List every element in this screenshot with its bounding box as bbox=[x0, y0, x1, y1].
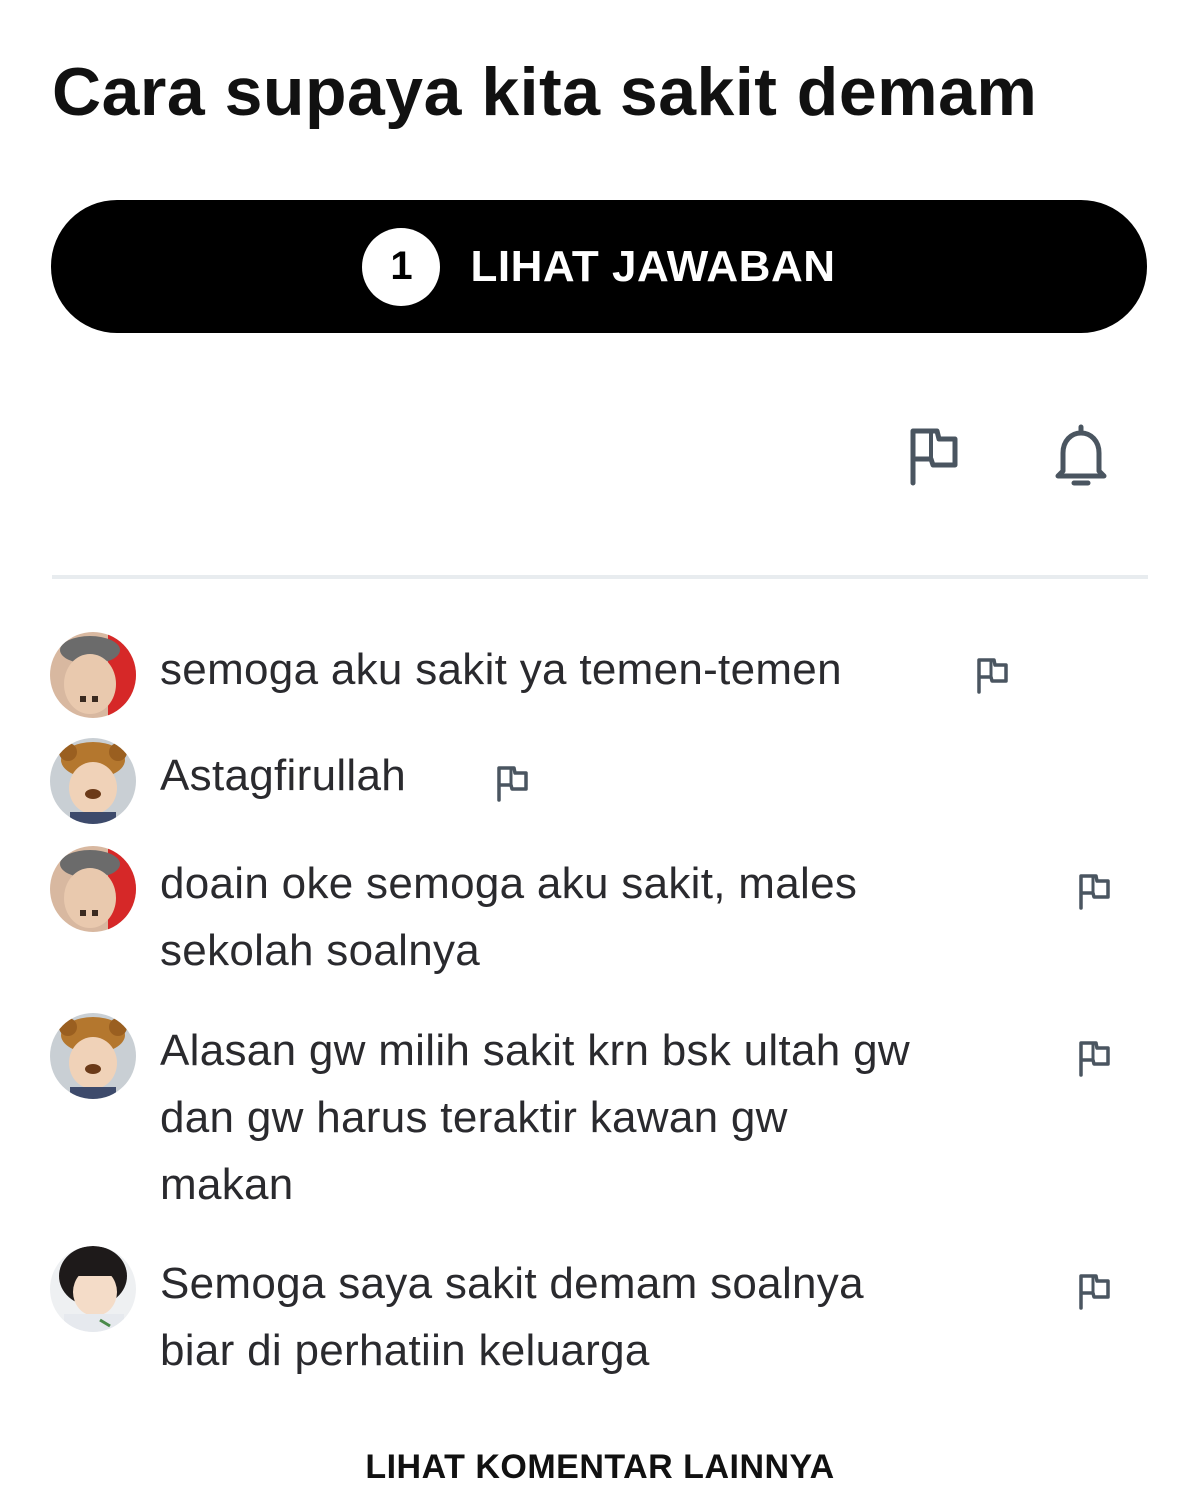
question-title: Cara supaya kita sakit demam bbox=[52, 54, 1038, 130]
user-avatar[interactable] bbox=[50, 846, 136, 932]
comment-item: Astagfirullah bbox=[50, 738, 1160, 828]
comment-line: Alasan gw milih sakit krn bsk ultah gw bbox=[160, 1026, 910, 1075]
section-divider bbox=[52, 575, 1148, 579]
report-comment-flag-icon[interactable] bbox=[1074, 870, 1114, 915]
view-answer-label: LIHAT JAWABAN bbox=[470, 241, 836, 291]
comment-line: Semoga saya sakit demam soalnya bbox=[160, 1259, 864, 1308]
user-avatar[interactable] bbox=[50, 1246, 136, 1332]
report-flag-icon[interactable] bbox=[900, 422, 966, 488]
comment-text: doain oke semoga aku sakit, males sekola… bbox=[160, 850, 857, 984]
comment-line: semoga aku sakit ya temen-temen bbox=[160, 645, 842, 694]
comment-line: doain oke semoga aku sakit, males bbox=[160, 859, 858, 908]
report-comment-flag-icon[interactable] bbox=[1074, 1270, 1114, 1315]
comment-line: biar di perhatiin keluarga bbox=[160, 1326, 650, 1375]
user-avatar[interactable] bbox=[50, 1013, 136, 1099]
report-comment-flag-icon[interactable] bbox=[1074, 1037, 1114, 1082]
comment-line: sekolah soalnya bbox=[160, 926, 481, 975]
comment-text: semoga aku sakit ya temen-temen bbox=[160, 636, 842, 703]
comment-item: Alasan gw milih sakit krn bsk ultah gw d… bbox=[50, 1013, 1160, 1223]
comment-text: Semoga saya sakit demam soalnya biar di … bbox=[160, 1250, 864, 1384]
comment-line: makan bbox=[160, 1160, 294, 1209]
comment-line: Astagfirullah bbox=[160, 751, 407, 800]
user-avatar[interactable] bbox=[50, 632, 136, 718]
user-avatar[interactable] bbox=[50, 738, 136, 824]
comment-line: dan gw harus teraktir kawan gw bbox=[160, 1093, 788, 1142]
view-answer-button[interactable]: 1 LIHAT JAWABAN bbox=[51, 200, 1147, 333]
report-comment-flag-icon[interactable] bbox=[492, 762, 532, 807]
comment-item: Semoga saya sakit demam soalnya biar di … bbox=[50, 1246, 1160, 1386]
comment-text: Alasan gw milih sakit krn bsk ultah gw d… bbox=[160, 1017, 910, 1218]
answer-count-badge: 1 bbox=[362, 227, 441, 306]
comment-item: semoga aku sakit ya temen-temen bbox=[50, 632, 1160, 722]
more-comments-link[interactable]: LIHAT KOMENTAR LAINNYA bbox=[0, 1448, 1200, 1487]
comment-text: Astagfirullah bbox=[160, 742, 406, 809]
comment-item: doain oke semoga aku sakit, males sekola… bbox=[50, 846, 1160, 986]
report-comment-flag-icon[interactable] bbox=[972, 654, 1012, 699]
notification-bell-icon[interactable] bbox=[1048, 420, 1114, 490]
